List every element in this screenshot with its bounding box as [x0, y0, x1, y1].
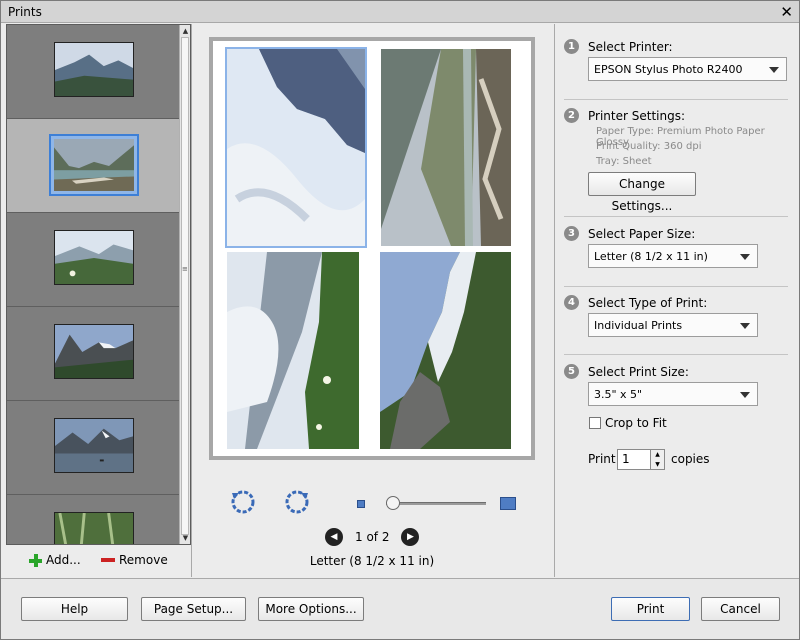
step-select-print-size: 5 Select Print Size: [564, 364, 689, 379]
step-number: 4 [564, 295, 579, 310]
step-label: Select Printer: [588, 39, 673, 54]
chevron-down-icon [740, 392, 750, 398]
tray-text: Tray: Sheet [596, 156, 652, 167]
zoom-slider-knob[interactable] [386, 496, 400, 510]
rotate-left-button[interactable] [230, 489, 256, 515]
thumbnail-panel: ▲ ≡ ▼ [6, 24, 191, 545]
title-bar: Prints ✕ [1, 1, 799, 23]
step-number: 2 [564, 108, 579, 123]
divider [191, 24, 192, 577]
chevron-down-icon [740, 254, 750, 260]
printer-value: EPSON Stylus Photo R2400 [594, 63, 743, 76]
rotate-right-button[interactable] [284, 489, 310, 515]
step-number: 1 [564, 39, 579, 54]
preview-photo-1[interactable] [225, 47, 367, 248]
print-quality-text: Print Quality: 360 dpi [596, 141, 702, 152]
copies-stepper[interactable]: ▲ ▼ [650, 449, 665, 470]
decrement-icon[interactable]: ▼ [651, 460, 664, 470]
step-label: Select Paper Size: [588, 226, 696, 241]
help-button[interactable]: Help [21, 597, 128, 621]
chevron-down-icon [740, 323, 750, 329]
zoom-slider[interactable] [386, 502, 486, 505]
alpine-meadow-thumbnail [54, 230, 134, 285]
print-preview [209, 37, 535, 460]
preview-photo-3[interactable] [227, 252, 359, 449]
close-icon[interactable]: ✕ [780, 3, 793, 21]
mountain-lake-thumbnail [54, 42, 134, 97]
paper-size-value: Letter (8 1/2 x 11 in) [594, 250, 708, 263]
step-select-type-of-print: 4 Select Type of Print: [564, 295, 707, 310]
lake-boat-thumbnail [54, 418, 134, 473]
plus-icon [29, 553, 42, 567]
window-title: Prints [8, 5, 42, 19]
thumbnail-scrollbar[interactable]: ▲ ≡ ▼ [179, 25, 190, 544]
zoom-out-icon[interactable] [357, 500, 365, 508]
scroll-down-icon[interactable]: ▼ [181, 533, 190, 543]
thumbnail-item-2[interactable] [7, 119, 180, 213]
page-count: 1 of 2 [355, 530, 390, 544]
thumbnail-item-3[interactable] [7, 213, 180, 307]
preview-photo-2[interactable] [381, 49, 511, 246]
step-label: Select Print Size: [588, 364, 689, 379]
separator [564, 216, 788, 217]
increment-icon[interactable]: ▲ [651, 450, 664, 460]
more-options-button[interactable]: More Options... [258, 597, 364, 621]
scrollbar-thumb[interactable] [181, 37, 189, 535]
step-label: Printer Settings: [588, 108, 685, 123]
step-label: Select Type of Print: [588, 295, 708, 310]
separator [564, 286, 788, 287]
thumbnail-list [7, 25, 180, 544]
scroll-up-icon[interactable]: ▲ [181, 26, 190, 36]
remove-button[interactable]: Remove [101, 553, 168, 567]
print-size-value: 3.5" x 5" [594, 388, 643, 401]
preview-photo-4[interactable] [380, 252, 511, 449]
crop-to-fit-label[interactable]: Crop to Fit [605, 416, 667, 430]
previous-page-button[interactable]: ◀ [325, 528, 343, 546]
thumbnail-item-5[interactable] [7, 401, 180, 495]
thumbnail-item-4[interactable] [7, 307, 180, 401]
change-settings-button[interactable]: Change Settings... [588, 172, 696, 213]
zoom-in-icon[interactable] [500, 497, 516, 510]
printer-select[interactable]: EPSON Stylus Photo R2400 [588, 57, 787, 81]
print-copies-label: Print [588, 452, 616, 466]
copies-input[interactable]: 1 [617, 449, 651, 470]
chevron-down-icon [769, 67, 779, 73]
thumbnail-item-1[interactable] [7, 25, 180, 119]
separator [564, 354, 788, 355]
thumbnail-item-6[interactable] [7, 495, 180, 544]
glacier-peak-thumbnail [54, 324, 134, 379]
print-button[interactable]: Print [611, 597, 690, 621]
step-select-printer: 1 Select Printer: [564, 39, 673, 54]
grip-icon: ≡ [182, 265, 188, 273]
rotate-left-icon [231, 490, 255, 514]
forest-thumbnail [54, 512, 134, 544]
print-size-select[interactable]: 3.5" x 5" [588, 382, 758, 406]
dialog-footer: Help Page Setup... More Options... Print… [1, 578, 799, 639]
cancel-button[interactable]: Cancel [701, 597, 780, 621]
step-number: 5 [564, 364, 579, 379]
step-select-paper-size: 3 Select Paper Size: [564, 226, 695, 241]
page-navigation: ◀ 1 of 2 ▶ [325, 528, 420, 546]
copies-suffix-label: copies [671, 452, 710, 466]
paper-size-select[interactable]: Letter (8 1/2 x 11 in) [588, 244, 758, 268]
page-setup-button[interactable]: Page Setup... [141, 597, 246, 621]
step-number: 3 [564, 226, 579, 241]
print-type-select[interactable]: Individual Prints [588, 313, 758, 337]
paper-page [213, 41, 531, 456]
valley-lake-thumbnail [49, 134, 139, 196]
step-printer-settings: 2 Printer Settings: [564, 108, 685, 123]
remove-label: Remove [119, 553, 168, 567]
paper-size-label: Letter (8 1/2 x 11 in) [309, 554, 435, 568]
thumbnail-actions: Add... Remove [6, 547, 191, 575]
next-page-button[interactable]: ▶ [401, 528, 420, 546]
print-type-value: Individual Prints [594, 319, 683, 332]
add-button[interactable]: Add... [29, 553, 81, 567]
prints-dialog: Prints ✕ ▲ ≡ ▼ Add... Remove ◀ 1 of 2 ▶ … [0, 0, 800, 640]
minus-icon [101, 558, 115, 562]
separator [564, 99, 788, 100]
rotate-right-icon [285, 490, 309, 514]
add-label: Add... [46, 553, 81, 567]
divider [554, 24, 555, 577]
crop-to-fit-checkbox[interactable] [589, 417, 601, 429]
